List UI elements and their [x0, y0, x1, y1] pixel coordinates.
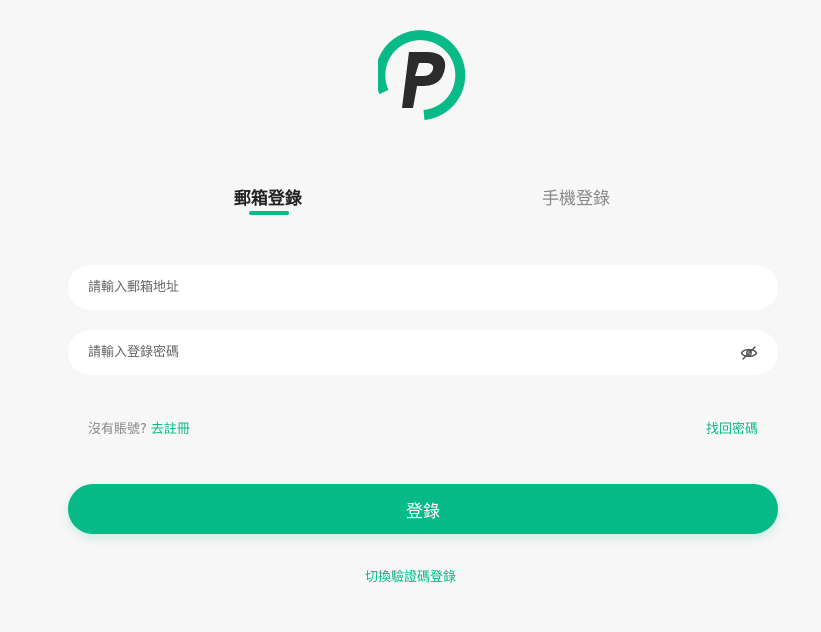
register-link[interactable]: 去註冊: [151, 422, 190, 437]
login-button[interactable]: 登錄: [68, 484, 778, 534]
register-prompt: 沒有賬號? 去註冊: [88, 418, 190, 437]
switch-code-login-link[interactable]: 切換驗證碼登錄: [0, 566, 821, 585]
forgot-password-link[interactable]: 找回密碼: [706, 418, 758, 437]
p-logo-icon: [378, 30, 466, 120]
tab-email-login[interactable]: 郵箱登錄: [234, 184, 302, 209]
active-tab-indicator: [249, 211, 289, 215]
email-field: [68, 265, 778, 310]
password-field: [68, 330, 778, 375]
email-input[interactable]: [88, 265, 758, 310]
password-input[interactable]: [88, 330, 728, 375]
no-account-text: 沒有賬號?: [88, 422, 147, 437]
eye-off-icon[interactable]: [740, 344, 758, 362]
tab-phone-login[interactable]: 手機登錄: [542, 184, 610, 209]
